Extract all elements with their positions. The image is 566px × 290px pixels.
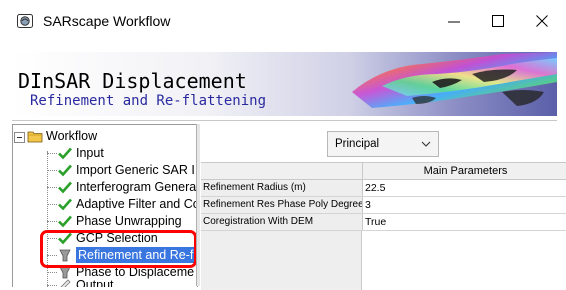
tree-item-interferogram[interactable]: Interferogram Genera: [57, 179, 196, 195]
checkmark-icon: [57, 179, 73, 195]
minimize-icon: [448, 21, 460, 23]
current-step-highlight: [40, 230, 197, 268]
workflow-banner: DInSAR Displacement Refinement and Re-fl…: [12, 52, 557, 116]
app-icon: [17, 13, 33, 29]
tree-root[interactable]: Workflow: [27, 128, 97, 144]
table-row[interactable]: Refinement Res Phase Poly Degree 3: [201, 197, 566, 214]
param-value[interactable]: 3: [363, 197, 565, 213]
checkmark-icon: [57, 162, 73, 178]
table-header-label: Main Parameters: [362, 163, 566, 179]
maximize-button[interactable]: [478, 8, 518, 34]
tree-item-label: Import Generic SAR I: [76, 163, 195, 177]
tree-root-label: Workflow: [46, 129, 98, 143]
tree-item-label: Input: [76, 146, 104, 160]
close-icon: [536, 15, 548, 27]
chevron-down-icon: [421, 141, 431, 147]
checkmark-icon: [57, 145, 73, 161]
folder-icon: [27, 128, 43, 144]
tree-branch: [47, 153, 57, 154]
param-key: Refinement Radius (m): [201, 180, 363, 196]
tree-item-input[interactable]: Input: [57, 145, 104, 161]
table-row[interactable]: Coregistration With DEM True: [201, 214, 566, 231]
parameter-set-dropdown[interactable]: Principal Parameters: [327, 131, 439, 174]
table-row[interactable]: Refinement Radius (m) 22.5: [201, 180, 566, 197]
sarscape-window: SARscape Workflow DInSAR Displacement Re…: [0, 0, 566, 290]
table-header: Main Parameters: [201, 162, 566, 180]
tree-branch: [47, 170, 57, 171]
tree-branch: [47, 187, 57, 188]
minimize-button[interactable]: [434, 8, 474, 34]
interferogram-image: [352, 52, 557, 108]
tree-branch: [47, 204, 57, 205]
parameters-pane: Principal Parameters Main Parameters Ref…: [200, 124, 566, 290]
tree-branch: [47, 272, 57, 273]
param-value[interactable]: True: [363, 214, 565, 230]
tree-item-import[interactable]: Import Generic SAR I: [57, 162, 195, 178]
banner-separator: [12, 120, 557, 121]
maximize-icon: [492, 15, 504, 27]
window-title: SARscape Workflow: [43, 13, 171, 29]
tree-branch: [47, 221, 57, 222]
collapse-toggle[interactable]: [14, 132, 25, 143]
banner-subtitle: Refinement and Re-flattening: [30, 93, 267, 109]
tree-item-phase-unwrapping[interactable]: Phase Unwrapping: [57, 213, 182, 229]
tree-item-label: Adaptive Filter and Co: [76, 197, 198, 211]
banner-title: DInSAR Displacement: [18, 69, 247, 93]
param-key: Refinement Res Phase Poly Degree: [201, 197, 363, 213]
checkmark-icon: [57, 213, 73, 229]
checkmark-icon: [57, 196, 73, 212]
tree-item-label: Phase Unwrapping: [76, 214, 182, 228]
tree-item-adaptive-filter[interactable]: Adaptive Filter and Co: [57, 196, 198, 212]
param-key: Coregistration With DEM: [201, 214, 363, 230]
close-button[interactable]: [522, 8, 562, 34]
param-value[interactable]: 22.5: [363, 180, 565, 196]
title-bar: SARscape Workflow: [0, 0, 566, 40]
tree-item-label: Interferogram Genera: [76, 180, 197, 194]
